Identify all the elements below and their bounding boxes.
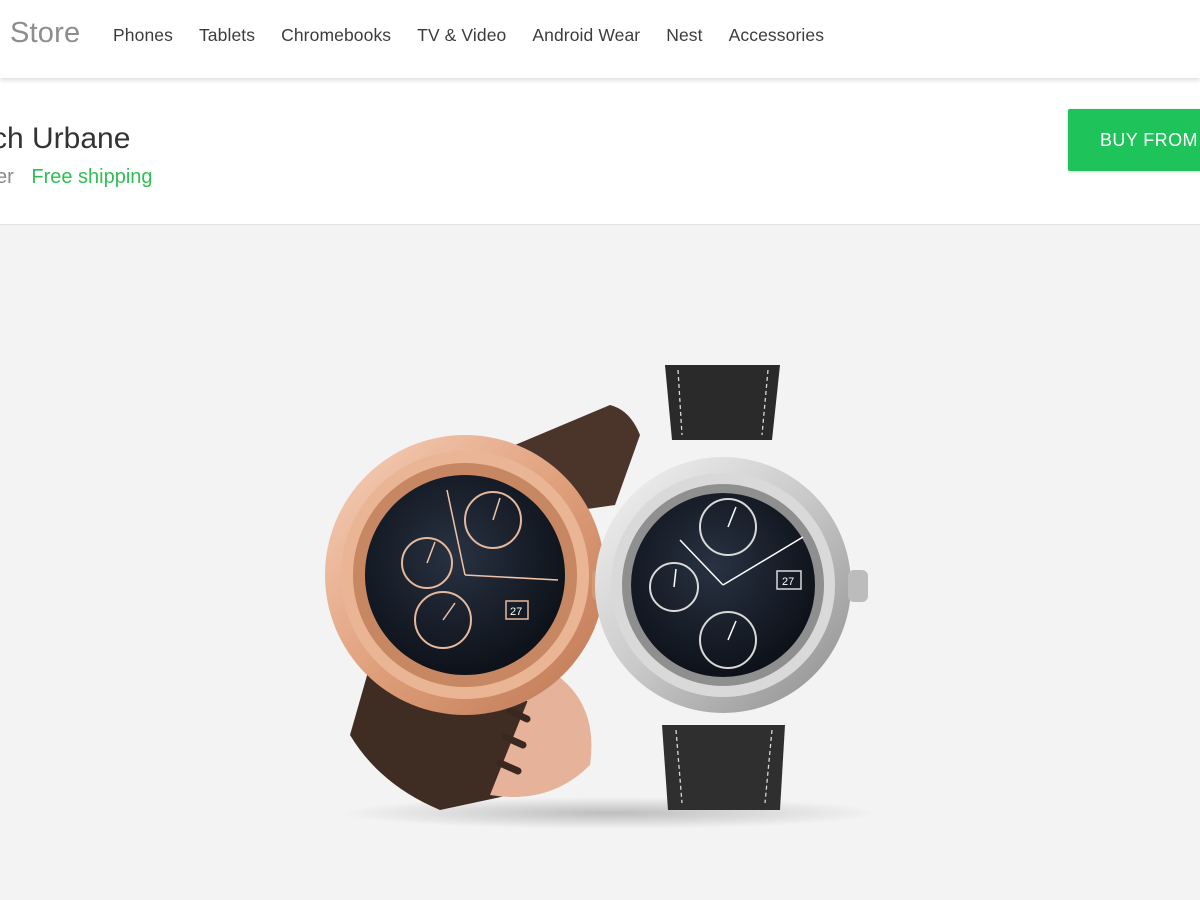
watch-pair-image: 27 27: [325, 365, 880, 829]
nav-item-nest[interactable]: Nest: [653, 25, 715, 46]
product-header: ch Urbane er Free shipping BUY FROM: [0, 78, 1200, 225]
nav-item-tablets[interactable]: Tablets: [186, 25, 268, 46]
nav-item-phones[interactable]: Phones: [100, 25, 186, 46]
nav-item-android-wear[interactable]: Android Wear: [519, 25, 653, 46]
seller-text: er: [0, 166, 14, 188]
nav-item-tv-video[interactable]: TV & Video: [404, 25, 519, 46]
gold-watch-date: 27: [510, 606, 522, 618]
silver-watch-date: 27: [782, 576, 794, 588]
product-subtitle: er Free shipping: [0, 166, 153, 189]
store-logo[interactable]: Store: [10, 17, 80, 50]
nav-item-accessories[interactable]: Accessories: [716, 25, 837, 46]
top-navigation-bar: Store Phones Tablets Chromebooks TV & Vi…: [0, 0, 1200, 78]
nav-item-chromebooks[interactable]: Chromebooks: [268, 25, 404, 46]
main-navigation: Phones Tablets Chromebooks TV & Video An…: [100, 0, 837, 70]
buy-button[interactable]: BUY FROM: [1068, 109, 1200, 171]
product-title: ch Urbane: [0, 122, 131, 155]
free-shipping-text: Free shipping: [31, 166, 153, 188]
product-hero: 27 27: [0, 225, 1200, 900]
